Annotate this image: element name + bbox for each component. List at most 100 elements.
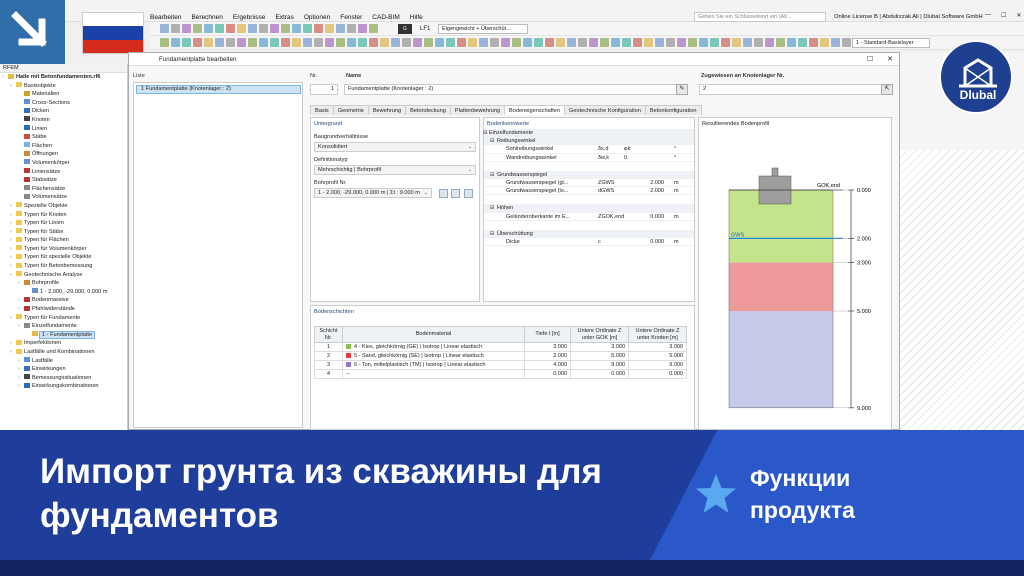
param-value[interactable]: φk: [624, 145, 630, 153]
edit-name-button[interactable]: ✎: [676, 84, 688, 95]
toolbar-icon[interactable]: [347, 24, 356, 33]
toolbar-icon[interactable]: [688, 38, 697, 47]
toolbar-icon[interactable]: [248, 24, 257, 33]
menu-item[interactable]: Fenster: [340, 13, 362, 22]
toolbar-icon[interactable]: [600, 38, 609, 47]
toolbar-icon[interactable]: [743, 38, 752, 47]
tree-item[interactable]: › Spezielle Objekte: [0, 202, 127, 211]
toolbar-icon[interactable]: [545, 38, 554, 47]
toolbar-icon[interactable]: [193, 24, 202, 33]
collapse-icon[interactable]: ⊟: [490, 171, 494, 179]
toolbar-icon[interactable]: [710, 38, 719, 47]
toolbar-icon[interactable]: [578, 38, 587, 47]
param-row[interactable]: Dicke c 0.000 m: [484, 238, 694, 247]
toolbar-icon[interactable]: [567, 38, 576, 47]
list-item[interactable]: 1 Fundamentplatte (Knotenlager : 2): [136, 85, 301, 94]
param-group[interactable]: Überschüttung ⊟: [484, 229, 694, 238]
toolbar-icon[interactable]: [248, 38, 257, 47]
tree-item[interactable]: › Typen für Linien: [0, 219, 127, 228]
layer-value-z2[interactable]: 5.000: [628, 351, 687, 361]
menu-item[interactable]: Berechnen: [191, 13, 222, 22]
param-value[interactable]: 0.000: [650, 213, 664, 221]
toolbar-icon[interactable]: [699, 38, 708, 47]
layer-value-t[interactable]: 2.000: [524, 351, 571, 361]
layer-value-z2[interactable]: 9.000: [628, 360, 687, 370]
ground-conditions-select[interactable]: Konsolidiert ⌄: [314, 142, 476, 152]
toolbar-icon[interactable]: [446, 38, 455, 47]
toolbar-icon[interactable]: [402, 38, 411, 47]
toolbar-icon[interactable]: [347, 38, 356, 47]
tree-item[interactable]: Flächen: [0, 142, 127, 151]
toolbar-icon[interactable]: [270, 38, 279, 47]
toolbar-icon[interactable]: [721, 38, 730, 47]
layer-value-t[interactable]: 3.000: [524, 342, 571, 352]
toolbar-icon[interactable]: [281, 38, 290, 47]
param-group[interactable]: Grundwasserspiegel ⊟: [484, 170, 694, 179]
layer-combo[interactable]: 1 - Standard-Basislayer: [852, 38, 930, 48]
tree-item[interactable]: 1 - Fundamentplatte: [0, 330, 127, 340]
tree-item[interactable]: › Typen für Knoten: [0, 211, 127, 220]
toolbar-icon[interactable]: [435, 38, 444, 47]
toolbar-icon[interactable]: [677, 38, 686, 47]
tree-item[interactable]: › Lastfälle: [0, 357, 127, 366]
menu-item[interactable]: Ergebnisse: [233, 13, 266, 22]
tree-item[interactable]: Stabsätze: [0, 176, 127, 185]
toolbar-icon[interactable]: [798, 38, 807, 47]
tree-item[interactable]: Dicken: [0, 107, 127, 116]
tree-item[interactable]: Linien: [0, 125, 127, 134]
param-row[interactable]: Grundwasserspiegel (gl... ZGWS 2.000 m: [484, 179, 694, 188]
load-case-combo[interactable]: Eigengewicht + Überschüt...: [438, 24, 528, 34]
collapse-icon[interactable]: ⊟: [490, 230, 494, 238]
toolbar-icon[interactable]: [589, 38, 598, 47]
toolbar-icon[interactable]: [193, 38, 202, 47]
collapse-icon[interactable]: ⊟: [490, 137, 494, 145]
param-row[interactable]: Wandreibungswinkel δw,k 0 °: [484, 154, 694, 162]
tree-item[interactable]: › Einwirkungen: [0, 365, 127, 374]
toolbar-icon[interactable]: [325, 24, 334, 33]
tree-item[interactable]: Stäbe: [0, 133, 127, 142]
search-input[interactable]: Geben Sie ein Schlüsselwort ein (Alt...: [694, 12, 826, 22]
tab-6[interactable]: Geotechnische Konfiguration: [564, 105, 646, 115]
tree-item[interactable]: › Typen für spezielle Objekte: [0, 253, 127, 262]
toolbar-icon[interactable]: [633, 38, 642, 47]
toolbar-icon[interactable]: [380, 38, 389, 47]
tree-item[interactable]: › Imperfektionen: [0, 339, 127, 348]
toolbar-icon[interactable]: [237, 24, 246, 33]
toolbar-icon[interactable]: [842, 38, 851, 47]
toolbar-icon[interactable]: [611, 38, 620, 47]
toolbar-icon[interactable]: [182, 38, 191, 47]
toolbar-icon[interactable]: [259, 24, 268, 33]
cad-viewport[interactable]: [900, 150, 1024, 430]
tree-item[interactable]: › Typen für Flächen: [0, 236, 127, 245]
select-borehole-button[interactable]: [464, 189, 474, 198]
table-row[interactable]: 4 -- 0.000 0.000 0.000: [314, 369, 687, 379]
toolbar-icon[interactable]: [424, 38, 433, 47]
tree-item[interactable]: › Halle mit Betonfundamenten.rf6: [0, 73, 127, 82]
tree-item[interactable]: Materialien: [0, 90, 127, 99]
toolbar-icon[interactable]: [226, 38, 235, 47]
tree-item[interactable]: Flächensätze: [0, 185, 127, 194]
tree-item[interactable]: › Pfahlwiderstände: [0, 305, 127, 314]
toolbar-icon[interactable]: [160, 24, 169, 33]
tree-item[interactable]: › Typen für Volumenkörper: [0, 245, 127, 254]
param-value[interactable]: 2.000: [650, 179, 664, 187]
table-row[interactable]: 2 5 - Sand, gleichkörnig (SE) | Isotrop |…: [314, 351, 687, 361]
param-group[interactable]: Reibungswinkel ⊟: [484, 137, 694, 146]
param-row[interactable]: Geländeroberkante im E... ZGOK,end 0.000 m: [484, 213, 694, 221]
toolbar-icon[interactable]: [479, 38, 488, 47]
toolbar-icon[interactable]: [622, 38, 631, 47]
toolbar-icon[interactable]: [413, 38, 422, 47]
tree-item[interactable]: › Bemessungssituationen: [0, 374, 127, 383]
toolbar-icon[interactable]: [237, 38, 246, 47]
menu-item[interactable]: CAD-BIM: [372, 13, 399, 22]
toolbar-icon[interactable]: [468, 38, 477, 47]
layer-value-z1[interactable]: 3.000: [570, 342, 629, 352]
toolbar-icon[interactable]: [358, 38, 367, 47]
toolbar-icon[interactable]: [369, 24, 378, 33]
tree-item[interactable]: Liniensätze: [0, 168, 127, 177]
toolbar-icon[interactable]: [336, 38, 345, 47]
borehole-select[interactable]: 1 - 2.000, -29.000, 0.000 m | Σt : 9.000…: [314, 188, 432, 198]
toolbar-icon[interactable]: [490, 38, 499, 47]
toolbar-icon[interactable]: [787, 38, 796, 47]
param-row[interactable]: Grundwasserspiegel (lo... dGWS 2.000 m: [484, 187, 694, 196]
